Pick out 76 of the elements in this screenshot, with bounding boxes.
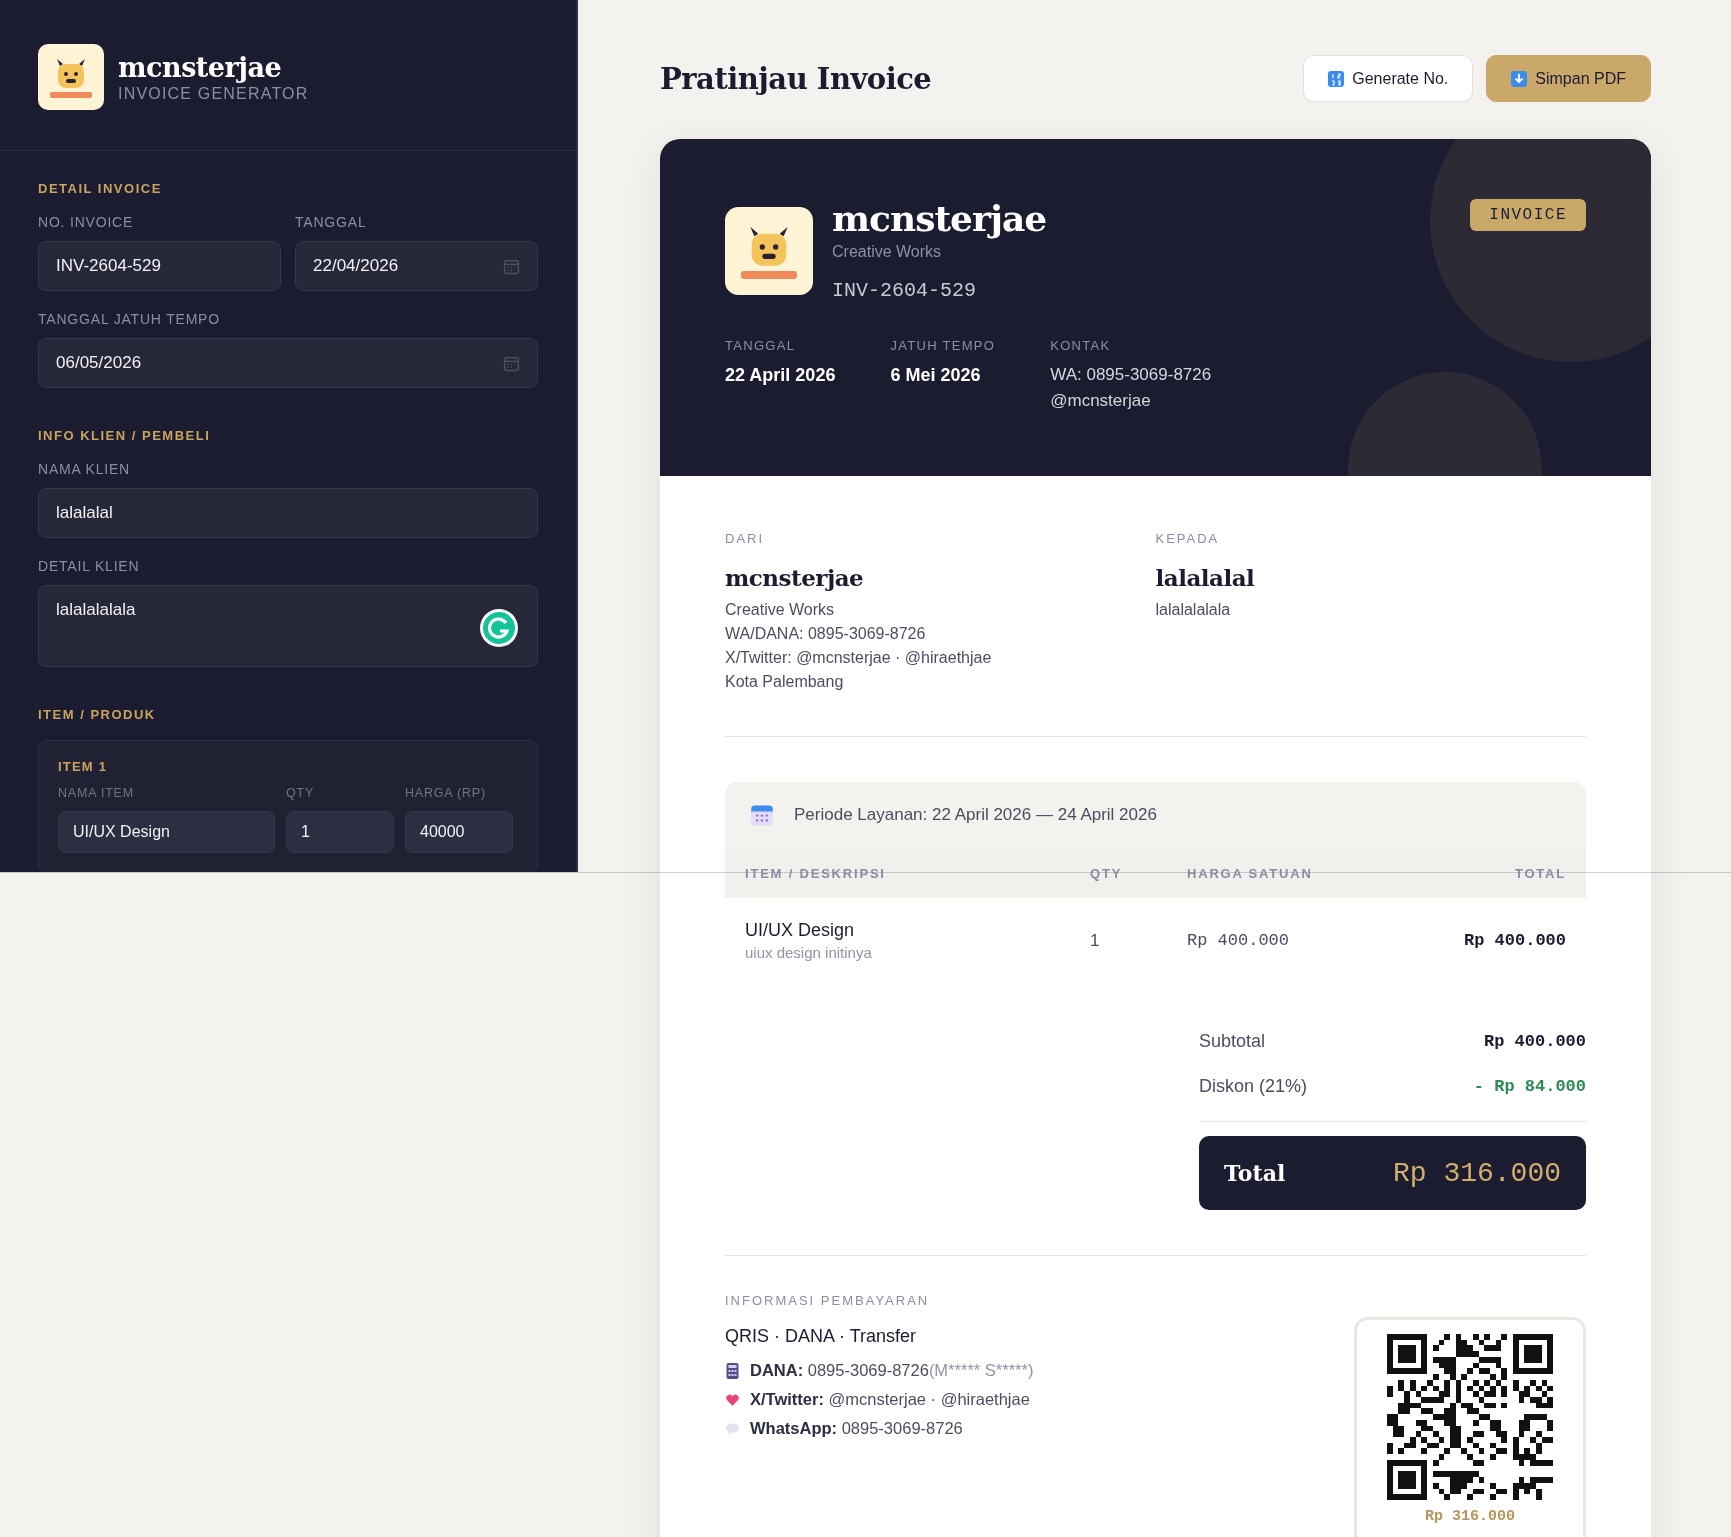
brand-subtitle: INVOICE GENERATOR xyxy=(118,84,309,103)
letter-g-icon[interactable] xyxy=(479,608,519,648)
meta-label: TANGGAL xyxy=(725,337,797,353)
table-cell-text: Rp 400.000 xyxy=(1462,931,1566,950)
text-input[interactable]: 1 xyxy=(286,811,394,853)
invoice-badge: INVOICE xyxy=(1470,199,1586,231)
date-input[interactable]: 22/04/2026 xyxy=(295,241,538,291)
column-header: ITEM / DESKRIPSI xyxy=(745,865,887,881)
party-detail: WA/DANA: 0895-3069-8726 xyxy=(725,625,927,643)
calendar-icon[interactable] xyxy=(503,354,520,372)
textarea-input[interactable]: lalalalalala xyxy=(38,585,538,667)
field-label: HARGA (RP) xyxy=(405,786,487,800)
summary-value: Rp 400.000 xyxy=(1483,1032,1586,1051)
field-label: QTY xyxy=(286,786,316,800)
column-header: QTY xyxy=(1090,865,1124,881)
party-detail: Creative Works xyxy=(725,601,836,619)
service-period: Periode Layanan: 22 April 2026 — 24 April 2026 xyxy=(794,805,1157,825)
speech-bubble-icon xyxy=(725,1420,740,1437)
calendar-icon[interactable] xyxy=(503,257,520,275)
summary-label: Subtotal xyxy=(1199,1031,1266,1052)
payment-methods: QRIS · DANA · Transfer xyxy=(725,1326,918,1347)
column-header: TOTAL xyxy=(1513,865,1566,881)
company-name: mcnsterjae xyxy=(832,199,1047,239)
meta-value: WA: 0895-3069-8726 xyxy=(1050,364,1212,385)
field-label: NO. INVOICE xyxy=(38,214,135,230)
item-name: UI/UX Design xyxy=(745,920,856,941)
meta-value: @mcnsterjae xyxy=(1050,390,1152,411)
calendar-icon xyxy=(750,803,774,827)
summary-label: Diskon (21%) xyxy=(1199,1076,1308,1097)
section-heading: DETAIL INVOICE xyxy=(38,181,163,196)
field-label: DETAIL KLIEN xyxy=(38,558,141,574)
party-label: KEPADA xyxy=(1155,531,1221,546)
company-tagline: Creative Works xyxy=(832,242,943,261)
party-detail: X/Twitter: @mcnsterjae · @hiraethjae xyxy=(725,649,993,667)
text-input[interactable]: UI/UX Design xyxy=(58,811,275,853)
monster-logo-icon xyxy=(38,44,104,110)
section-heading: INFO KLIEN / PEMBELI xyxy=(38,428,212,443)
brand-name: mcnsterjae xyxy=(118,51,283,83)
payment-detail: X/Twitter: @mcnsterjae · @hiraethjae xyxy=(750,1390,1030,1409)
meta-value: 22 April 2026 xyxy=(725,364,836,386)
payment-detail: DANA: 0895-3069-8726(M***** S*****) xyxy=(750,1361,1034,1380)
table-cell-text: 1 xyxy=(1090,930,1101,951)
meta-value: 6 Mei 2026 xyxy=(890,364,982,386)
download-icon xyxy=(1511,70,1528,87)
monster-logo-icon xyxy=(725,207,813,295)
item-title: ITEM 1 xyxy=(58,759,109,774)
payment-heading: INFORMASI PEMBAYARAN xyxy=(725,1293,931,1308)
total-value: Rp 316.000 xyxy=(1392,1157,1561,1189)
payment-detail: WhatsApp: 0895-3069-8726 xyxy=(750,1419,963,1438)
table-cell-text: Rp 400.000 xyxy=(1187,931,1291,950)
date-input[interactable]: 06/05/2026 xyxy=(38,338,538,388)
column-header: HARGA SATUAN xyxy=(1187,865,1314,881)
qr-amount: Rp 316.000 xyxy=(1425,1508,1515,1525)
invoice-number: INV-2604-529 xyxy=(832,278,978,302)
field-label: NAMA ITEM xyxy=(58,786,135,800)
item-description: uiux design initinya xyxy=(745,944,873,961)
meta-label: JATUH TEMPO xyxy=(890,337,996,353)
meta-label: KONTAK xyxy=(1050,337,1112,353)
total-label: Total xyxy=(1224,1160,1286,1186)
party-detail: Kota Palembang xyxy=(725,673,845,691)
field-label: TANGGAL xyxy=(295,214,368,230)
summary-value: - Rp 84.000 xyxy=(1473,1077,1586,1096)
party-detail: lalalalalala xyxy=(1155,601,1232,619)
field-label: TANGGAL JATUH TEMPO xyxy=(38,311,221,327)
field-label: NAMA KLIEN xyxy=(38,461,132,477)
text-input[interactable]: INV-2604-529 xyxy=(38,241,281,291)
text-input[interactable]: lalalalal xyxy=(38,488,538,538)
save-pdf-button[interactable]: Simpan PDF xyxy=(1486,55,1651,102)
section-heading: ITEM / PRODUK xyxy=(38,707,157,722)
party-label: DARI xyxy=(725,531,766,546)
party-name: mcnsterjae xyxy=(725,564,865,591)
text-input[interactable]: 40000 xyxy=(405,811,513,853)
generate-button[interactable]: Generate No. xyxy=(1303,55,1474,102)
calculator-icon xyxy=(725,1362,740,1379)
party-name: lalalalal xyxy=(1155,564,1256,591)
page-title: Pratinjau Invoice xyxy=(660,61,932,96)
